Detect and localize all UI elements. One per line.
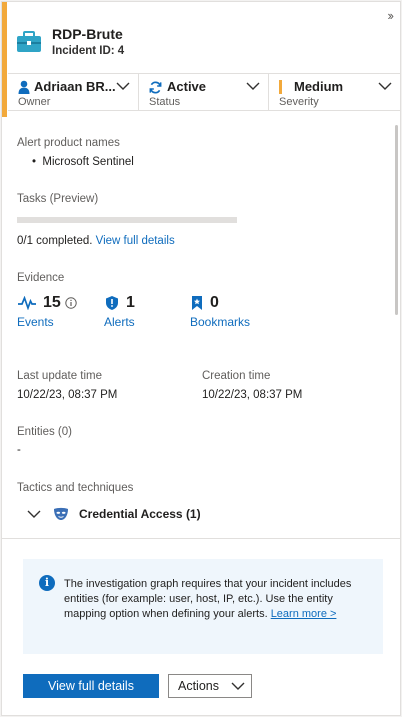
actions-button[interactable]: Actions xyxy=(168,674,252,698)
incident-title: RDP-Brute xyxy=(52,26,123,42)
tasks-completed-text: 0/1 completed. xyxy=(17,235,93,247)
status-dropdown[interactable]: Active Status xyxy=(138,74,268,110)
chevron-down-icon xyxy=(378,82,392,90)
alert-product-item: • Microsoft Sentinel xyxy=(32,156,134,168)
creation-time-value: 10/22/23, 08:37 PM xyxy=(202,389,303,401)
status-label: Status xyxy=(149,96,181,108)
investigation-info-banner: i The investigation graph requires that … xyxy=(23,559,383,654)
tasks-view-details-link[interactable]: View full details xyxy=(96,235,175,247)
tasks-progress-bar xyxy=(17,217,237,223)
last-update-label: Last update time xyxy=(17,370,103,382)
info-circle-icon[interactable] xyxy=(65,297,77,309)
entities-label: Entities (0) xyxy=(17,426,72,438)
chevron-down-icon[interactable] xyxy=(27,509,41,519)
alert-products-label: Alert product names xyxy=(17,137,120,149)
view-full-details-button[interactable]: View full details xyxy=(23,674,159,698)
owner-label: Owner xyxy=(18,96,51,108)
evidence-alerts[interactable]: 1 Alerts xyxy=(104,293,135,329)
owner-value: Adriaan BR... xyxy=(34,79,116,94)
chevron-down-icon xyxy=(246,82,260,90)
tasks-label: Tasks (Preview) xyxy=(17,193,99,205)
briefcase-icon xyxy=(16,31,42,53)
info-icon: i xyxy=(39,575,55,591)
last-update-value: 10/22/23, 08:37 PM xyxy=(17,389,118,401)
evidence-bookmarks[interactable]: 0 Bookmarks xyxy=(190,293,250,329)
incident-header: RDP-Brute Incident ID: 4 xyxy=(16,22,124,62)
collapse-panel-icon[interactable]: ›› xyxy=(387,8,394,23)
severity-label: Severity xyxy=(279,96,319,108)
bookmark-icon xyxy=(190,295,204,311)
severity-value: Medium xyxy=(294,79,344,94)
incident-panel: ›› RDP-Brute Incident ID: 4 Adriaan BR..… xyxy=(1,1,401,716)
owner-dropdown[interactable]: Adriaan BR... Owner xyxy=(8,74,138,110)
alerts-count: 1 xyxy=(126,294,135,311)
shield-icon xyxy=(104,295,120,311)
person-icon xyxy=(18,80,30,94)
events-link[interactable]: Events xyxy=(17,315,77,329)
evidence-events[interactable]: 15 Events xyxy=(17,293,77,329)
alerts-link[interactable]: Alerts xyxy=(104,315,135,329)
incident-details-scroll-area[interactable]: Alert product names • Microsoft Sentinel… xyxy=(2,117,400,539)
status-value: Active xyxy=(167,79,207,94)
tactic-item[interactable]: Credential Access (1) xyxy=(27,507,201,521)
evidence-label: Evidence xyxy=(17,272,65,284)
actions-label: Actions xyxy=(178,679,219,693)
chevron-down-icon xyxy=(231,682,245,690)
refresh-icon xyxy=(149,81,162,94)
severity-indicator xyxy=(279,80,282,94)
incident-id: Incident ID: 4 xyxy=(52,45,125,57)
bookmarks-link[interactable]: Bookmarks xyxy=(190,315,250,329)
bookmarks-count: 0 xyxy=(210,294,219,311)
info-message: The investigation graph requires that yo… xyxy=(64,577,369,622)
tactics-label: Tactics and techniques xyxy=(17,482,134,494)
mask-icon xyxy=(53,507,69,521)
learn-more-link[interactable]: Learn more > xyxy=(271,608,337,620)
activity-icon xyxy=(17,296,37,310)
incident-meta-row: Adriaan BR... Owner Active Status Medium… xyxy=(8,73,400,111)
tasks-summary: 0/1 completed. View full details xyxy=(17,235,175,247)
scrollbar-thumb[interactable] xyxy=(395,125,398,315)
severity-dropdown[interactable]: Medium Severity xyxy=(268,74,400,110)
entities-value: - xyxy=(17,444,21,456)
events-count: 15 xyxy=(43,294,61,311)
tactic-name: Credential Access (1) xyxy=(79,507,201,521)
severity-accent-bar xyxy=(2,2,7,117)
alert-product-name: Microsoft Sentinel xyxy=(42,156,134,168)
view-full-details-label: View full details xyxy=(48,679,134,693)
creation-time-label: Creation time xyxy=(202,370,271,382)
chevron-down-icon xyxy=(116,82,130,90)
